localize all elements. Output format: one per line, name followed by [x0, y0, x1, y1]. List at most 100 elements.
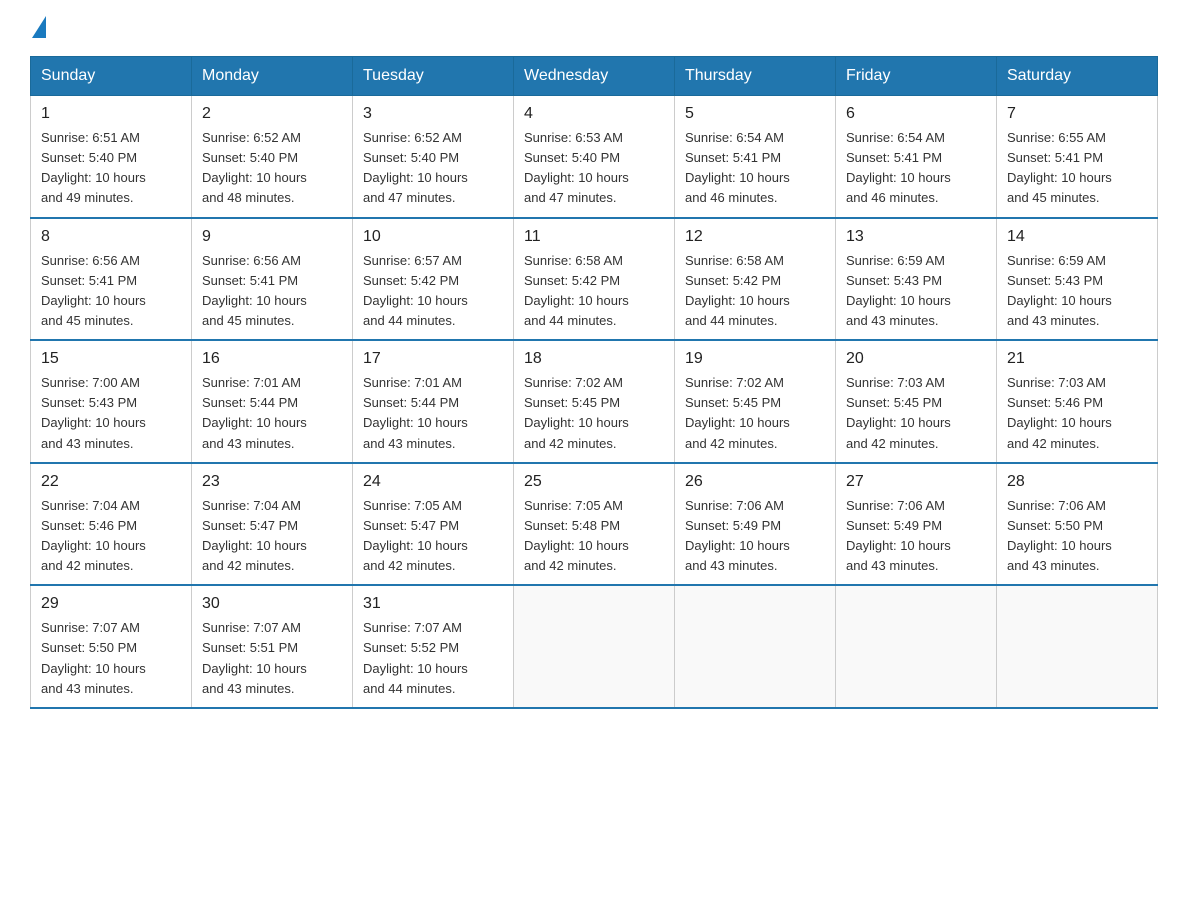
calendar-cell: 22 Sunrise: 7:04 AMSunset: 5:46 PMDayligh…	[31, 463, 192, 586]
day-info: Sunrise: 6:56 AMSunset: 5:41 PMDaylight:…	[41, 253, 146, 328]
day-info: Sunrise: 6:52 AMSunset: 5:40 PMDaylight:…	[202, 130, 307, 205]
calendar-cell: 12 Sunrise: 6:58 AMSunset: 5:42 PMDayligh…	[675, 218, 836, 341]
calendar-table: SundayMondayTuesdayWednesdayThursdayFrid…	[30, 56, 1158, 709]
logo	[30, 20, 46, 38]
calendar-header-row: SundayMondayTuesdayWednesdayThursdayFrid…	[31, 57, 1158, 96]
calendar-cell: 3 Sunrise: 6:52 AMSunset: 5:40 PMDaylight…	[353, 96, 514, 218]
calendar-cell: 14 Sunrise: 6:59 AMSunset: 5:43 PMDayligh…	[997, 218, 1158, 341]
day-number: 27	[846, 470, 988, 494]
calendar-cell: 20 Sunrise: 7:03 AMSunset: 5:45 PMDayligh…	[836, 340, 997, 463]
calendar-cell: 18 Sunrise: 7:02 AMSunset: 5:45 PMDayligh…	[514, 340, 675, 463]
day-info: Sunrise: 7:06 AMSunset: 5:49 PMDaylight:…	[685, 498, 790, 573]
day-number: 20	[846, 347, 988, 371]
day-info: Sunrise: 7:07 AMSunset: 5:51 PMDaylight:…	[202, 620, 307, 695]
day-number: 24	[363, 470, 505, 494]
week-row-1: 1 Sunrise: 6:51 AMSunset: 5:40 PMDaylight…	[31, 96, 1158, 218]
day-info: Sunrise: 7:00 AMSunset: 5:43 PMDaylight:…	[41, 375, 146, 450]
calendar-cell	[836, 585, 997, 708]
day-info: Sunrise: 6:54 AMSunset: 5:41 PMDaylight:…	[685, 130, 790, 205]
day-info: Sunrise: 7:07 AMSunset: 5:52 PMDaylight:…	[363, 620, 468, 695]
col-header-tuesday: Tuesday	[353, 57, 514, 96]
day-info: Sunrise: 6:59 AMSunset: 5:43 PMDaylight:…	[1007, 253, 1112, 328]
day-info: Sunrise: 7:01 AMSunset: 5:44 PMDaylight:…	[202, 375, 307, 450]
day-info: Sunrise: 6:57 AMSunset: 5:42 PMDaylight:…	[363, 253, 468, 328]
day-info: Sunrise: 7:02 AMSunset: 5:45 PMDaylight:…	[524, 375, 629, 450]
calendar-cell: 6 Sunrise: 6:54 AMSunset: 5:41 PMDaylight…	[836, 96, 997, 218]
day-number: 3	[363, 102, 505, 126]
calendar-cell	[514, 585, 675, 708]
day-info: Sunrise: 6:55 AMSunset: 5:41 PMDaylight:…	[1007, 130, 1112, 205]
day-number: 21	[1007, 347, 1149, 371]
calendar-cell: 23Sunrise: 7:04 AMSunset: 5:47 PMDayligh…	[192, 463, 353, 586]
day-number: 9	[202, 225, 344, 249]
calendar-cell: 30Sunrise: 7:07 AMSunset: 5:51 PMDayligh…	[192, 585, 353, 708]
day-number: 13	[846, 225, 988, 249]
day-info: Sunrise: 6:54 AMSunset: 5:41 PMDaylight:…	[846, 130, 951, 205]
day-info: Sunrise: 7:05 AMSunset: 5:47 PMDaylight:…	[363, 498, 468, 573]
day-info: Sunrise: 6:58 AMSunset: 5:42 PMDaylight:…	[685, 253, 790, 328]
col-header-thursday: Thursday	[675, 57, 836, 96]
calendar-cell: 15Sunrise: 7:00 AMSunset: 5:43 PMDayligh…	[31, 340, 192, 463]
logo-triangle-icon	[32, 16, 46, 38]
day-number: 4	[524, 102, 666, 126]
col-header-monday: Monday	[192, 57, 353, 96]
col-header-friday: Friday	[836, 57, 997, 96]
calendar-cell: 19Sunrise: 7:02 AMSunset: 5:45 PMDayligh…	[675, 340, 836, 463]
day-info: Sunrise: 7:06 AMSunset: 5:50 PMDaylight:…	[1007, 498, 1112, 573]
day-number: 14	[1007, 225, 1149, 249]
calendar-cell: 29Sunrise: 7:07 AMSunset: 5:50 PMDayligh…	[31, 585, 192, 708]
col-header-sunday: Sunday	[31, 57, 192, 96]
day-info: Sunrise: 6:59 AMSunset: 5:43 PMDaylight:…	[846, 253, 951, 328]
day-number: 28	[1007, 470, 1149, 494]
day-info: Sunrise: 7:04 AMSunset: 5:47 PMDaylight:…	[202, 498, 307, 573]
calendar-cell	[997, 585, 1158, 708]
day-number: 2	[202, 102, 344, 126]
calendar-cell	[675, 585, 836, 708]
calendar-cell: 27 Sunrise: 7:06 AMSunset: 5:49 PMDayligh…	[836, 463, 997, 586]
col-header-saturday: Saturday	[997, 57, 1158, 96]
calendar-cell: 16 Sunrise: 7:01 AMSunset: 5:44 PMDayligh…	[192, 340, 353, 463]
calendar-cell: 21 Sunrise: 7:03 AMSunset: 5:46 PMDayligh…	[997, 340, 1158, 463]
calendar-cell: 7Sunrise: 6:55 AMSunset: 5:41 PMDaylight…	[997, 96, 1158, 218]
day-info: Sunrise: 7:05 AMSunset: 5:48 PMDaylight:…	[524, 498, 629, 573]
day-info: Sunrise: 7:02 AMSunset: 5:45 PMDaylight:…	[685, 375, 790, 450]
col-header-wednesday: Wednesday	[514, 57, 675, 96]
day-info: Sunrise: 6:53 AMSunset: 5:40 PMDaylight:…	[524, 130, 629, 205]
page-header	[30, 20, 1158, 38]
calendar-cell: 31 Sunrise: 7:07 AMSunset: 5:52 PMDayligh…	[353, 585, 514, 708]
day-info: Sunrise: 6:56 AMSunset: 5:41 PMDaylight:…	[202, 253, 307, 328]
day-number: 17	[363, 347, 505, 371]
day-info: Sunrise: 7:04 AMSunset: 5:46 PMDaylight:…	[41, 498, 146, 573]
day-number: 18	[524, 347, 666, 371]
calendar-cell: 24 Sunrise: 7:05 AMSunset: 5:47 PMDayligh…	[353, 463, 514, 586]
day-number: 25	[524, 470, 666, 494]
calendar-cell: 25 Sunrise: 7:05 AMSunset: 5:48 PMDayligh…	[514, 463, 675, 586]
day-info: Sunrise: 6:52 AMSunset: 5:40 PMDaylight:…	[363, 130, 468, 205]
day-info: Sunrise: 6:51 AMSunset: 5:40 PMDaylight:…	[41, 130, 146, 205]
day-number: 11	[524, 225, 666, 249]
calendar-cell: 10Sunrise: 6:57 AMSunset: 5:42 PMDayligh…	[353, 218, 514, 341]
calendar-cell: 11Sunrise: 6:58 AMSunset: 5:42 PMDayligh…	[514, 218, 675, 341]
day-number: 12	[685, 225, 827, 249]
day-number: 31	[363, 592, 505, 616]
week-row-3: 15Sunrise: 7:00 AMSunset: 5:43 PMDayligh…	[31, 340, 1158, 463]
day-number: 16	[202, 347, 344, 371]
week-row-4: 22 Sunrise: 7:04 AMSunset: 5:46 PMDayligh…	[31, 463, 1158, 586]
day-info: Sunrise: 7:06 AMSunset: 5:49 PMDaylight:…	[846, 498, 951, 573]
calendar-cell: 4 Sunrise: 6:53 AMSunset: 5:40 PMDaylight…	[514, 96, 675, 218]
day-number: 6	[846, 102, 988, 126]
day-number: 1	[41, 102, 183, 126]
calendar-cell: 5 Sunrise: 6:54 AMSunset: 5:41 PMDaylight…	[675, 96, 836, 218]
calendar-cell: 26 Sunrise: 7:06 AMSunset: 5:49 PMDayligh…	[675, 463, 836, 586]
day-number: 26	[685, 470, 827, 494]
day-number: 5	[685, 102, 827, 126]
calendar-cell: 13 Sunrise: 6:59 AMSunset: 5:43 PMDayligh…	[836, 218, 997, 341]
calendar-cell: 17Sunrise: 7:01 AMSunset: 5:44 PMDayligh…	[353, 340, 514, 463]
day-info: Sunrise: 7:03 AMSunset: 5:46 PMDaylight:…	[1007, 375, 1112, 450]
week-row-5: 29Sunrise: 7:07 AMSunset: 5:50 PMDayligh…	[31, 585, 1158, 708]
calendar-cell: 28 Sunrise: 7:06 AMSunset: 5:50 PMDayligh…	[997, 463, 1158, 586]
calendar-cell: 8 Sunrise: 6:56 AMSunset: 5:41 PMDaylight…	[31, 218, 192, 341]
day-info: Sunrise: 7:03 AMSunset: 5:45 PMDaylight:…	[846, 375, 951, 450]
day-number: 22	[41, 470, 183, 494]
day-number: 8	[41, 225, 183, 249]
